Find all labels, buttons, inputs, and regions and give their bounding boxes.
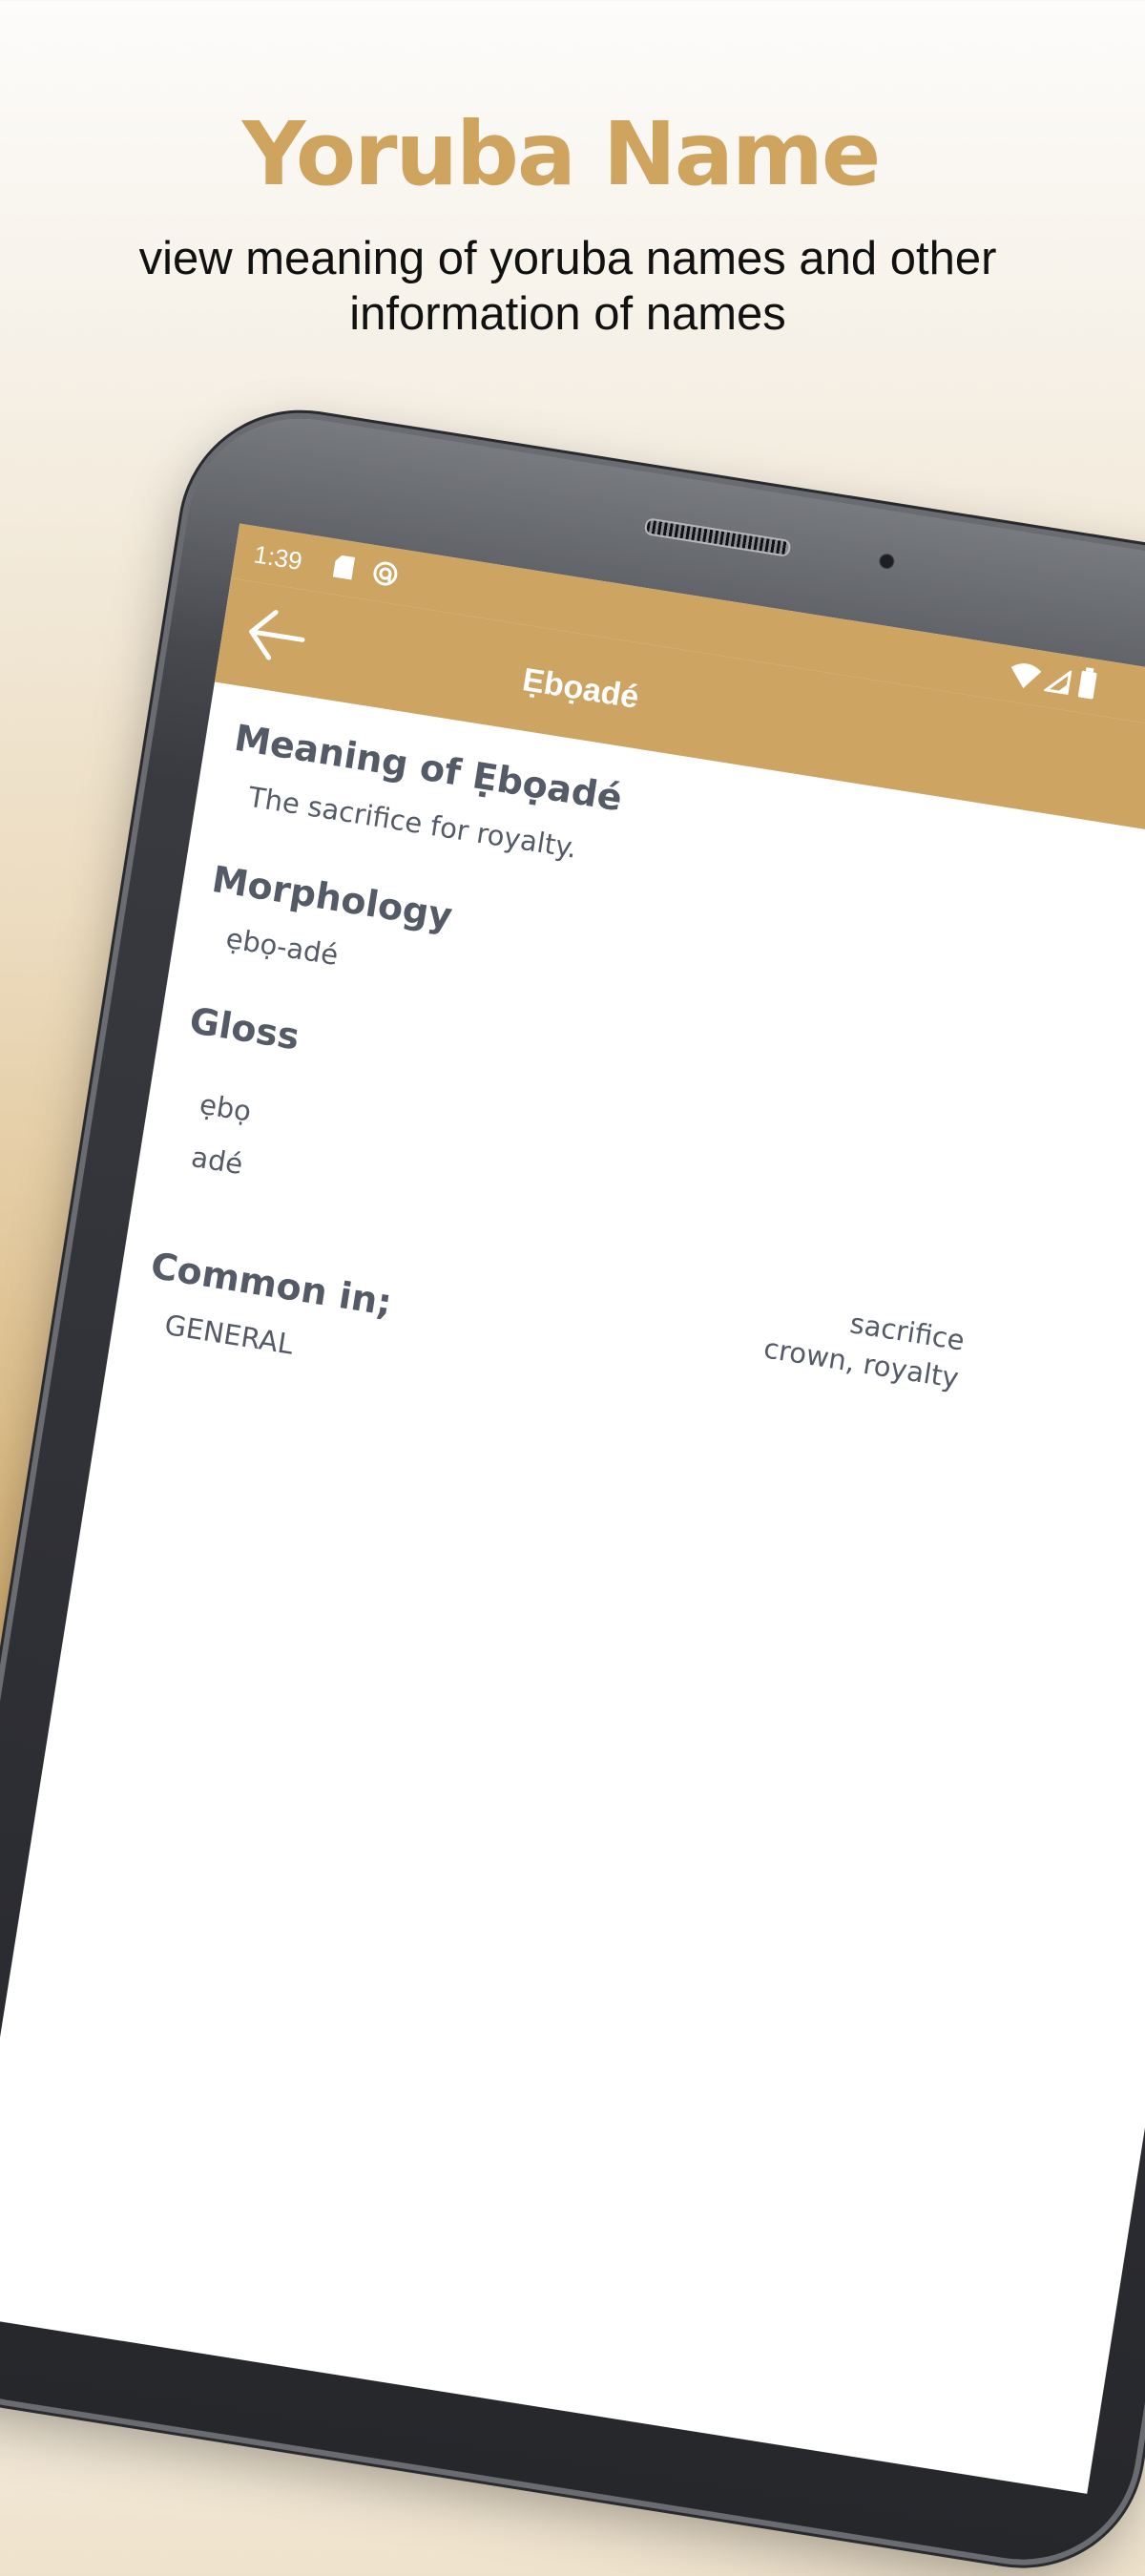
sd-card-icon bbox=[333, 555, 356, 580]
promo-title: Yoruba Name bbox=[241, 103, 882, 205]
battery-icon bbox=[1077, 670, 1097, 700]
sync-icon bbox=[373, 561, 398, 586]
signal-icon bbox=[1044, 669, 1072, 696]
tablet-device: 1:39 Ẹbọadé Meaning of Ẹbọadé The sacrif… bbox=[0, 402, 1145, 2576]
wifi-icon bbox=[1010, 663, 1042, 689]
promo-subtitle: view meaning of yoruba names and other i… bbox=[138, 233, 997, 340]
gloss-heading: Gloss bbox=[186, 999, 302, 1058]
status-time: 1:39 bbox=[252, 539, 304, 576]
gloss-term: adé bbox=[189, 1141, 245, 1182]
morphology-text: ẹbọ-adé bbox=[223, 921, 341, 972]
gloss-term: ẹbọ bbox=[197, 1087, 254, 1128]
common-in-text: GENERAL bbox=[162, 1308, 296, 1361]
